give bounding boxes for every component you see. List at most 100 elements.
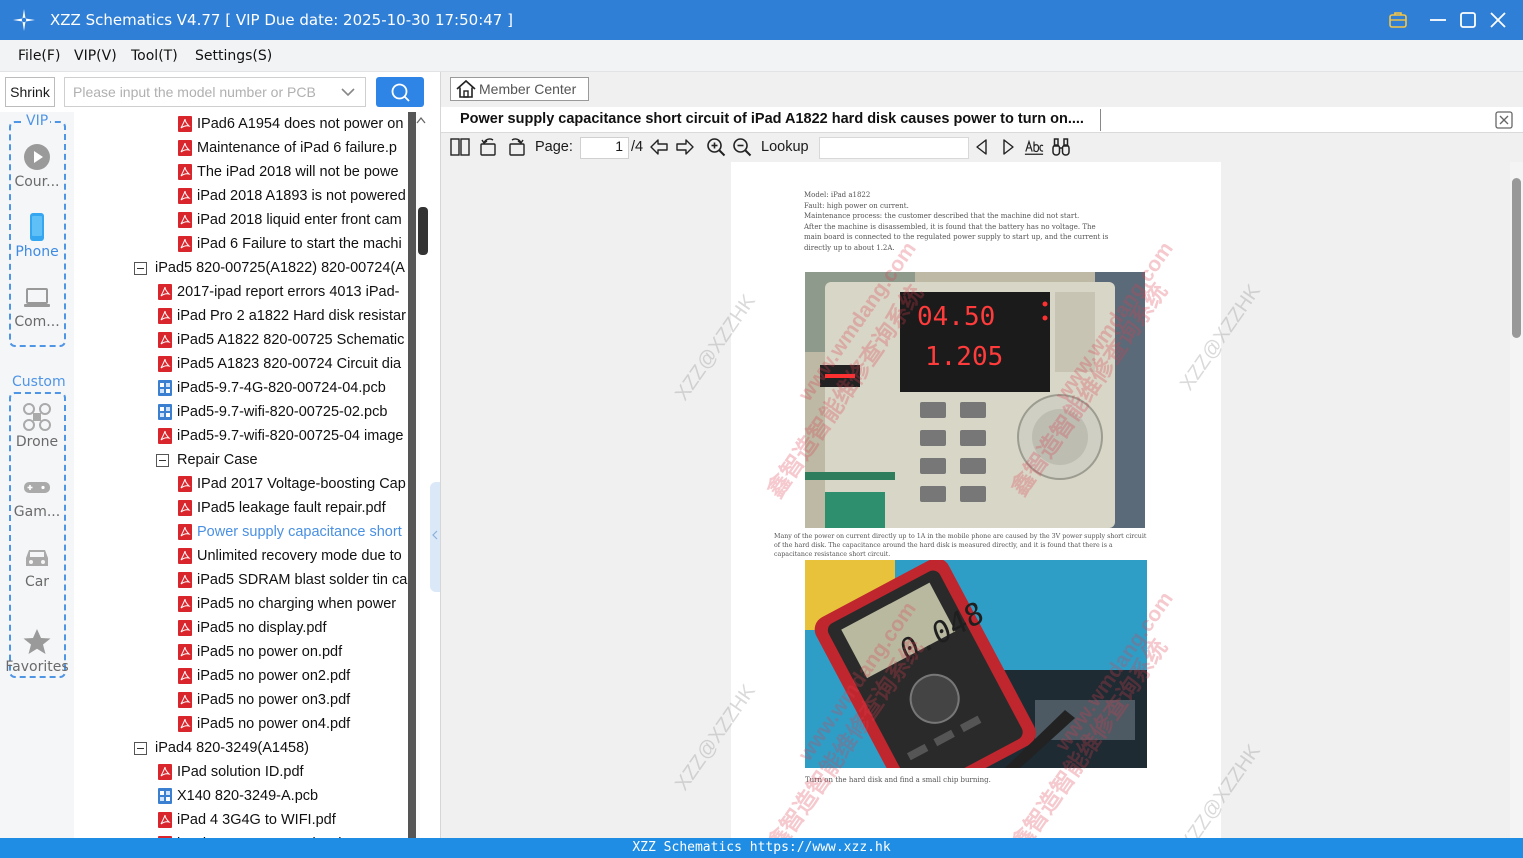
shrink-button[interactable]: Shrink [5, 77, 55, 107]
page-paragraph-2: Many of the power on current directly up… [774, 533, 1146, 559]
tree-item-label: iPad 6 Failure to start the machi [197, 236, 402, 252]
rotate-right-icon[interactable] [506, 137, 526, 157]
category-courses[interactable]: Cour... [0, 142, 74, 190]
chevron-down-icon[interactable] [340, 84, 356, 100]
close-icon[interactable] [1486, 8, 1510, 32]
find-next-icon[interactable] [998, 137, 1018, 157]
menu-settings[interactable]: Settings(S) [195, 48, 272, 64]
tree-item-label: The iPad 2018 will not be powe [197, 164, 399, 180]
tree-file[interactable]: X140 820-3249-A.pcb [158, 784, 318, 808]
pdf-file-icon [178, 476, 192, 492]
tree-file[interactable]: iPad5-9.7-4G-820-00724-04.pcb [158, 376, 386, 400]
tree-file[interactable]: The iPad 2018 will not be powe [178, 160, 399, 184]
category-car[interactable]: Car [0, 542, 74, 590]
chevron-up-icon[interactable] [416, 116, 426, 124]
app-logo-icon [13, 9, 35, 31]
category-games[interactable]: Gam... [0, 472, 74, 520]
collapse-toggle-icon[interactable] [134, 741, 147, 755]
match-case-icon[interactable] [1024, 137, 1044, 157]
tree-file[interactable]: Unlimited recovery mode due to [178, 544, 402, 568]
category-drone[interactable]: Drone [0, 402, 74, 450]
tree-file[interactable]: iPad5 no power on3.pdf [178, 688, 350, 712]
tree-folder[interactable]: iPad4 820-3249(A1458) [134, 736, 309, 760]
tree-file[interactable]: iPad5 SDRAM blast solder tin ca [178, 568, 407, 592]
text-line: Many of the power on current directly up… [774, 533, 1147, 540]
menu-file[interactable]: File(F) [18, 48, 60, 64]
tree-folder[interactable]: iPad5 820-00725(A1822) 820-00724(A [134, 256, 405, 280]
tree-file[interactable]: iPad Pro 2 a1822 Hard disk resistar [158, 304, 406, 328]
tree-file[interactable]: iPad 2018 liquid enter front cam [178, 208, 402, 232]
chevron-left-icon[interactable] [432, 530, 438, 540]
pdf-file-icon [178, 116, 192, 132]
tree-item-label: IPad6 A1954 does not power on [197, 116, 404, 132]
document-pane: Member Center Power supply capacitance s… [440, 72, 1523, 838]
tree-item-label: iPad Pro 2 a1822 Hard disk resistar [177, 308, 406, 324]
pdf-file-icon [178, 188, 192, 204]
tree-file[interactable]: iPad5 no charging when power [178, 592, 396, 616]
tree-file[interactable]: 2017-ipad report errors 4013 iPad- [158, 280, 399, 304]
document-tab[interactable]: Power supply capacitance short circuit o… [441, 107, 1523, 133]
left-pane: Shrink VIP Cour... Phone [0, 72, 440, 838]
page-number-input[interactable]: 1 [580, 137, 629, 159]
category-computer[interactable]: Com... [0, 282, 74, 330]
menu-tool[interactable]: Tool(T) [131, 48, 178, 64]
scroll-track[interactable] [408, 112, 416, 838]
tree-folder[interactable]: Repair Case [156, 448, 258, 472]
collapse-toggle-icon[interactable] [156, 453, 169, 467]
category-label: Favorites [5, 659, 69, 675]
tree-item-label: iPad 2018 A1893 is not powered [197, 188, 406, 204]
collapse-toggle-icon[interactable] [134, 261, 147, 275]
menu-vip[interactable]: VIP(V) [74, 48, 117, 64]
tree-file[interactable]: iPad5 A1822 820-00725 Schematic [158, 328, 404, 352]
tree-file[interactable]: iPad 4 3G4G to WIFI.pdf [158, 808, 336, 832]
category-phone[interactable]: Phone [0, 212, 74, 260]
two-page-icon[interactable] [450, 137, 470, 157]
binoculars-icon[interactable] [1051, 137, 1071, 157]
pcb-file-icon [158, 788, 172, 804]
tree-item-label: IPad5 leakage fault repair.pdf [197, 500, 386, 516]
tree-scrollbar[interactable] [408, 112, 428, 838]
lookup-input[interactable] [819, 137, 969, 159]
tree-item-label: IPad 2017 Voltage-boosting Cap [197, 476, 406, 492]
tree-file[interactable]: iPad 6 Failure to start the machi [178, 232, 402, 256]
tree-file[interactable]: iPad 2018 A1893 is not powered [178, 184, 406, 208]
pane-splitter[interactable] [430, 482, 440, 592]
category-favorites[interactable]: Favorites [0, 627, 74, 675]
pdf-file-icon [158, 308, 172, 324]
next-page-icon[interactable] [675, 137, 695, 157]
tree-file[interactable]: Power supply capacitance short [178, 520, 402, 544]
tree-file[interactable]: IPad 2017 Voltage-boosting Cap [178, 472, 406, 496]
search-input[interactable] [64, 77, 366, 107]
tree-file[interactable]: iPad5 no power on2.pdf [178, 664, 350, 688]
tree-file[interactable]: iPad5 no power on.pdf [178, 640, 342, 664]
tree-file[interactable]: iPad5 no power on4.pdf [178, 712, 350, 736]
close-tab-icon[interactable] [1495, 111, 1513, 129]
pdf-file-icon [178, 716, 192, 732]
zoom-in-icon[interactable] [706, 137, 726, 157]
play-icon [24, 144, 50, 170]
find-previous-icon[interactable] [972, 137, 992, 157]
tree-file[interactable]: IPad5 leakage fault repair.pdf [178, 496, 386, 520]
pdf-viewer[interactable]: Model: iPad a1822 Fault: high power on cu… [441, 162, 1523, 838]
tree-file[interactable]: iPad5-9.7-wifi-820-00725-04 image [158, 424, 404, 448]
tree-file[interactable]: Maintenance of iPad 6 failure.p [178, 136, 397, 160]
maximize-icon[interactable] [1456, 8, 1480, 32]
member-center-button[interactable]: Member Center [450, 77, 589, 101]
zoom-out-icon[interactable] [732, 137, 752, 157]
pdf-page: Model: iPad a1822 Fault: high power on cu… [671, 162, 1221, 838]
tree-file[interactable]: iPad5-9.7-wifi-820-00725-02.pcb [158, 400, 387, 424]
tree-file[interactable]: IPad solution ID.pdf [158, 760, 304, 784]
minimize-icon[interactable] [1426, 8, 1450, 32]
viewer-scrollbar[interactable] [1510, 162, 1523, 838]
briefcase-icon[interactable] [1386, 8, 1410, 32]
tree-file[interactable]: IPad6 A1954 does not power on [178, 112, 403, 136]
pdf-file-icon [158, 284, 172, 300]
previous-page-icon[interactable] [649, 137, 669, 157]
scroll-thumb[interactable] [418, 207, 428, 255]
rotate-left-icon[interactable] [479, 137, 499, 157]
tree-file[interactable]: iPad5 no display.pdf [178, 616, 327, 640]
search-button[interactable] [376, 77, 424, 107]
scroll-thumb[interactable] [1512, 178, 1521, 338]
tree-item-label: Power supply capacitance short [197, 524, 402, 540]
tree-file[interactable]: iPad5 A1823 820-00724 Circuit dia [158, 352, 401, 376]
